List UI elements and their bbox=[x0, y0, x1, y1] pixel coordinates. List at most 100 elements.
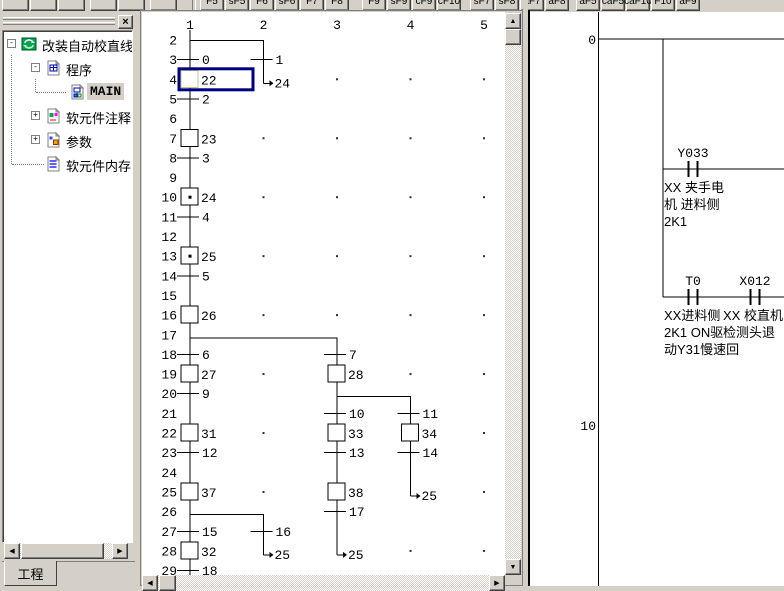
sfc-step-label: 23 bbox=[201, 132, 217, 147]
toolbar-button-F10[interactable]: F10 bbox=[651, 0, 675, 11]
ladder-contact[interactable]: X012 bbox=[739, 274, 770, 305]
sfc-row-number: 15 bbox=[161, 289, 177, 304]
sfc-transition[interactable]: 17 bbox=[324, 505, 365, 520]
collapse-icon[interactable]: - bbox=[7, 39, 16, 48]
sfc-canvas[interactable]: 1234523456789101112131415161718192021222… bbox=[142, 12, 505, 575]
sfc-transition[interactable]: 1 bbox=[251, 53, 284, 68]
sfc-transition[interactable]: 6 bbox=[177, 348, 210, 363]
sfc-transition[interactable]: 3 bbox=[177, 151, 210, 166]
tree-item-label: 软元件内存 bbox=[63, 155, 133, 176]
toolbar-button-aF5[interactable]: aF5 bbox=[576, 0, 600, 11]
sfc-jump-target: 25 bbox=[275, 548, 291, 563]
sfc-jump[interactable]: 25 bbox=[411, 489, 438, 504]
sfc-step-label: 38 bbox=[348, 486, 364, 501]
sfc-transition[interactable]: 5 bbox=[177, 269, 210, 284]
tree-item-device-comment[interactable]: +软元件注释 bbox=[3, 104, 133, 128]
ladder-device-comment: 检测头退 bbox=[723, 325, 775, 340]
sfc-row-number: 14 bbox=[161, 269, 177, 284]
collapse-icon[interactable]: - bbox=[31, 63, 40, 72]
scroll-up-icon[interactable]: ▲ bbox=[505, 13, 521, 29]
sfc-transition[interactable]: 14 bbox=[398, 446, 439, 461]
sfc-grid-dot bbox=[336, 78, 338, 80]
sfc-step[interactable]: 33 bbox=[328, 424, 364, 442]
sfc-step[interactable]: 26 bbox=[181, 306, 217, 324]
sfc-step[interactable]: 24 bbox=[181, 188, 217, 206]
sfc-step[interactable]: 22 bbox=[181, 70, 217, 88]
tree-item-parameter[interactable]: +参数 bbox=[3, 128, 133, 152]
toolbar-button[interactable] bbox=[90, 0, 117, 11]
scrollbar-thumb[interactable] bbox=[159, 575, 176, 591]
tree-item-project-root[interactable]: - 改装自动校直线 bbox=[3, 32, 133, 56]
expand-icon[interactable]: + bbox=[31, 111, 40, 120]
tree-item-program[interactable]: -程序 bbox=[3, 56, 133, 80]
sfc-step[interactable]: 34 bbox=[402, 424, 438, 442]
sfc-transition-label: 14 bbox=[423, 446, 439, 461]
sfc-step[interactable]: 25 bbox=[181, 247, 217, 265]
scrollbar-thumb[interactable] bbox=[505, 29, 521, 45]
sfc-row-number: 4 bbox=[169, 73, 177, 88]
sfc-transition[interactable]: 12 bbox=[177, 446, 218, 461]
sfc-transition[interactable]: 2 bbox=[177, 92, 210, 107]
sfc-grid-dot bbox=[410, 373, 412, 375]
toolbar-button-caF5[interactable]: caF5 bbox=[601, 0, 625, 11]
expand-icon[interactable]: + bbox=[31, 135, 40, 144]
ladder-rung-number: 0 bbox=[588, 33, 596, 48]
tree-item-label: 改装自动校直线 bbox=[39, 35, 133, 56]
sfc-step[interactable]: 28 bbox=[328, 365, 364, 383]
sfc-transition[interactable]: 9 bbox=[177, 387, 210, 402]
sfc-hscrollbar[interactable]: ◀ ▶ bbox=[142, 575, 505, 591]
parameter-icon bbox=[45, 132, 61, 148]
ladder-window[interactable]: 010Y033XX 夹手电机 进料侧 2K1T0X012XX进料侧2K1 ON驱… bbox=[530, 12, 784, 586]
tab-project[interactable]: 工程 bbox=[4, 561, 57, 586]
sfc-transition[interactable]: 0 bbox=[177, 53, 210, 68]
sfc-transition[interactable]: 15 bbox=[177, 525, 218, 540]
toolbar-button-aF9[interactable]: aF9 bbox=[676, 0, 700, 11]
scrollbar-track[interactable] bbox=[142, 575, 505, 591]
ladder-contact[interactable]: Y033 bbox=[677, 146, 708, 177]
tree-hscrollbar[interactable]: ◀ ▶ bbox=[4, 543, 128, 559]
panel-grip[interactable]: × bbox=[0, 15, 137, 29]
sfc-row-number: 24 bbox=[161, 466, 177, 481]
sfc-transition[interactable]: 16 bbox=[251, 525, 292, 540]
sfc-transition[interactable]: 10 bbox=[324, 407, 365, 422]
sfc-jump[interactable]: 25 bbox=[337, 548, 364, 563]
toolbar-button-caF10[interactable]: caF10 bbox=[626, 0, 650, 11]
sfc-transition[interactable]: 7 bbox=[324, 348, 357, 363]
sfc-step[interactable]: 31 bbox=[181, 424, 217, 442]
scroll-right-icon[interactable]: ▶ bbox=[112, 543, 128, 559]
sfc-jump[interactable]: 24 bbox=[264, 76, 291, 91]
scrollbar-thumb[interactable] bbox=[21, 543, 104, 559]
scroll-down-icon[interactable]: ▼ bbox=[505, 559, 521, 575]
sfc-step[interactable]: 38 bbox=[328, 483, 364, 501]
sfc-step-label: 33 bbox=[348, 427, 364, 442]
ladder-contact[interactable]: T0 bbox=[685, 274, 701, 305]
toolbar-button-label: sF5 bbox=[229, 0, 246, 7]
tree-item-main[interactable]: MAIN bbox=[3, 80, 133, 104]
toolbar-button[interactable] bbox=[2, 0, 29, 11]
sfc-vscrollbar[interactable]: ▲ ▼ bbox=[505, 13, 521, 575]
project-icon bbox=[21, 36, 37, 52]
sfc-jump[interactable]: 25 bbox=[264, 548, 291, 563]
scrollbar-track[interactable] bbox=[505, 29, 521, 559]
sfc-step[interactable]: 27 bbox=[181, 365, 217, 383]
sfc-step[interactable]: 37 bbox=[181, 483, 217, 501]
sfc-row-number: 9 bbox=[169, 171, 177, 186]
toolbar-button[interactable] bbox=[30, 0, 57, 11]
sfc-transition[interactable]: 18 bbox=[177, 564, 218, 575]
toolbar-button-label: aF9 bbox=[679, 0, 696, 7]
scroll-left-icon[interactable]: ◀ bbox=[142, 575, 158, 591]
sfc-row-number: 27 bbox=[161, 525, 177, 540]
toolbar-button[interactable] bbox=[58, 0, 85, 11]
toolbar-button-aF8[interactable]: aF8 bbox=[545, 0, 569, 11]
close-icon[interactable]: × bbox=[118, 15, 133, 29]
scroll-left-icon[interactable]: ◀ bbox=[4, 543, 20, 559]
sfc-transition[interactable]: 11 bbox=[398, 407, 439, 422]
sfc-transition[interactable]: 13 bbox=[324, 446, 365, 461]
ladder-device-comment: XX 校直机 bbox=[723, 308, 783, 323]
tree-item-device-memory[interactable]: 软元件内存 bbox=[3, 152, 133, 176]
sfc-step-label: 26 bbox=[201, 309, 217, 324]
sfc-step[interactable]: 23 bbox=[181, 129, 217, 147]
sfc-step[interactable]: 32 bbox=[181, 542, 217, 560]
scroll-right-icon[interactable]: ▶ bbox=[489, 575, 505, 591]
sfc-transition[interactable]: 4 bbox=[177, 210, 210, 225]
